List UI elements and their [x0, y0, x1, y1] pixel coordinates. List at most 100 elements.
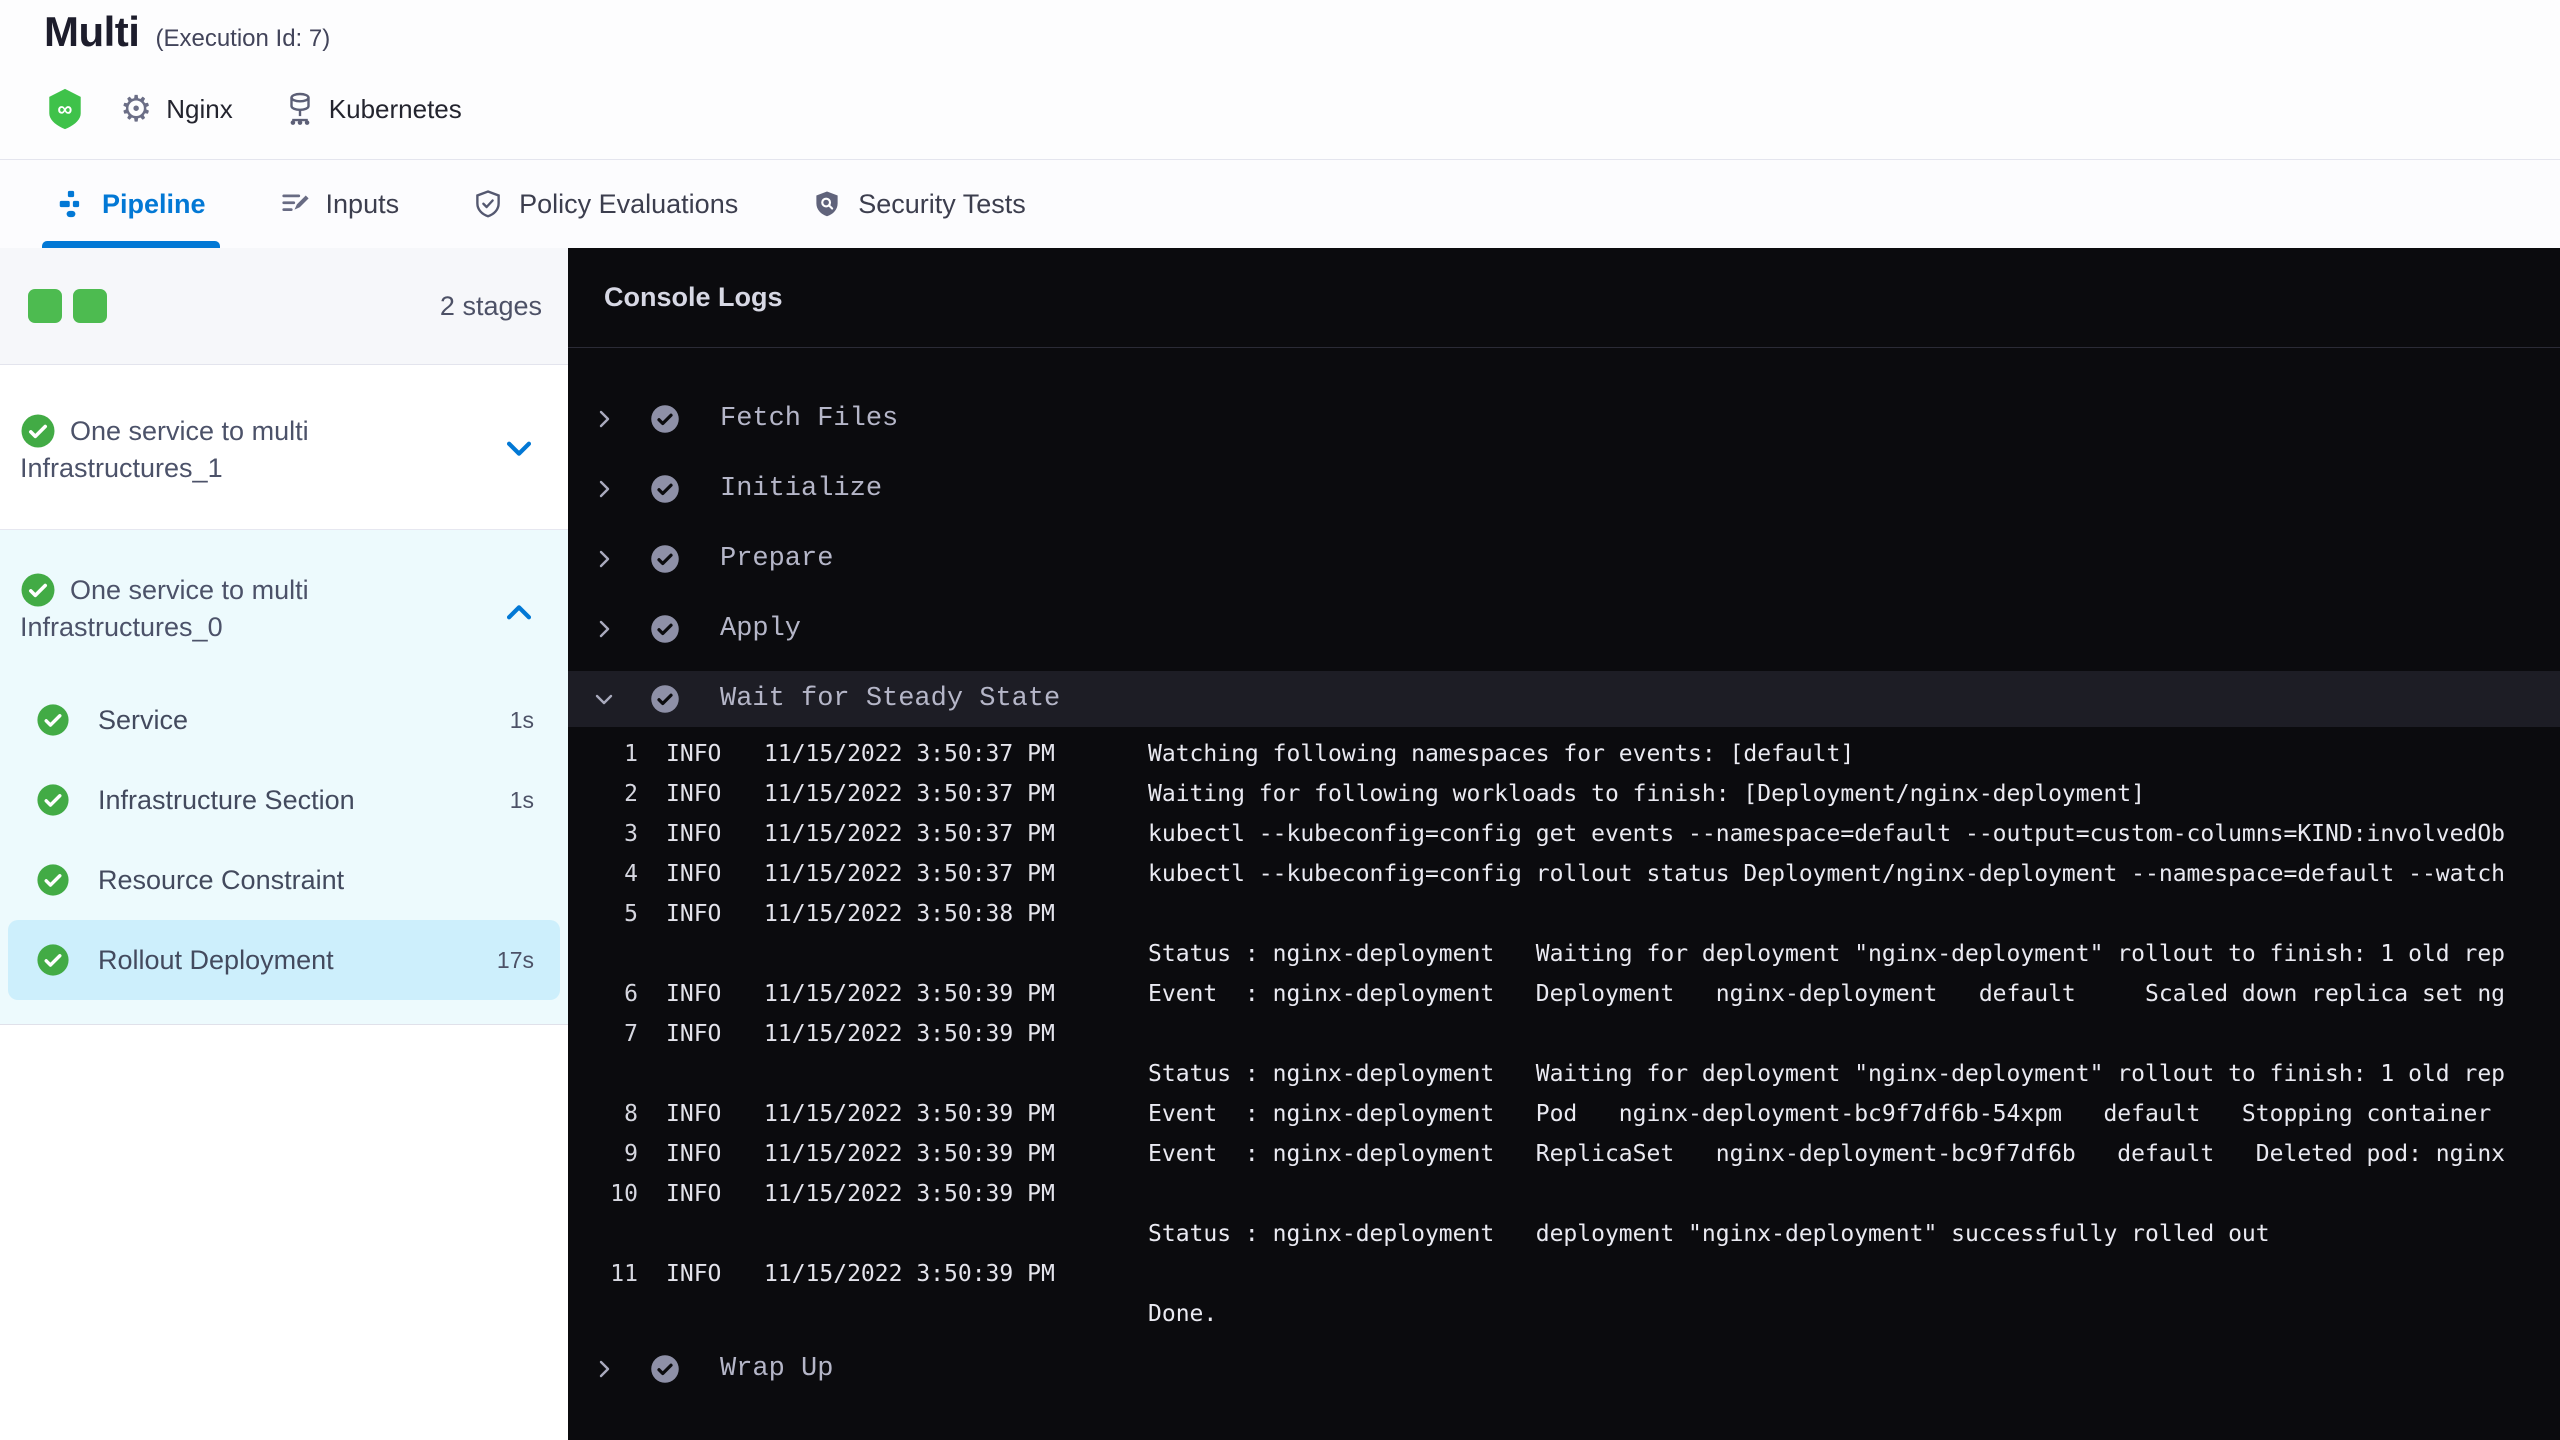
console-logs-title: Console Logs [604, 282, 783, 312]
stage-item-infrastructures-0[interactable]: One service to multi Infrastructures_0 [0, 530, 568, 680]
stage-name: One service to multi Infrastructures_1 [20, 413, 495, 487]
stage-step-list: Service 1s Infrastructure Section 1s Resourc… [0, 680, 568, 1000]
success-check-icon [36, 863, 70, 897]
log-message: Status : nginx-deployment Waiting for de… [1148, 1061, 2506, 1087]
console-step-prepare[interactable]: Prepare [568, 524, 2560, 594]
log-message: kubectl --kubeconfig=config rollout stat… [1148, 861, 2506, 887]
log-line-number: 4 [624, 861, 638, 887]
log-timestamp: 11/15/2022 3:50:39 PM [764, 1261, 1055, 1287]
log-line: 6 INFO 11/15/2022 3:50:39 PM Event : nginx-… [568, 974, 2560, 1014]
log-timestamp: 11/15/2022 3:50:37 PM [764, 861, 1055, 887]
log-line-number: 6 [624, 981, 638, 1007]
step-success-icon [650, 544, 680, 574]
log-line-number: 2 [624, 781, 638, 807]
console-step-label: Apply [720, 614, 802, 644]
stage-step-duration: 17s [496, 946, 534, 973]
step-success-icon [650, 404, 680, 434]
console-step-label: Wait for Steady State [720, 684, 1061, 714]
log-line: 1 INFO 11/15/2022 3:50:37 PM Watching follo… [568, 734, 2560, 774]
tab-policy-evaluations[interactable]: Policy Evaluations [473, 160, 738, 248]
svg-text:∞: ∞ [57, 98, 72, 121]
console-step-label: Fetch Files [720, 404, 899, 434]
console-step-label: Initialize [720, 474, 883, 504]
log-message: Event : nginx-deployment Deployment ngin… [1148, 981, 2506, 1007]
chevron-down-icon [592, 687, 616, 711]
chevron-right-icon [592, 617, 616, 641]
success-check-icon [20, 572, 56, 608]
log-output: 1 INFO 11/15/2022 3:50:37 PM Watching follo… [568, 734, 2560, 1334]
log-message: Waiting for following workloads to finis… [1148, 781, 2145, 807]
stage-step-label: Resource Constraint [98, 864, 345, 895]
service-label: Nginx [166, 93, 233, 124]
log-line: 9 INFO 11/15/2022 3:50:39 PM Event : nginx-… [568, 1134, 2560, 1174]
log-level: INFO [666, 1021, 722, 1047]
log-timestamp: 11/15/2022 3:50:39 PM [764, 981, 1055, 1007]
log-line: Status : nginx-deployment deployment "ng… [568, 1214, 2560, 1254]
console-step-list: Wrap Up [568, 1334, 2560, 1404]
stage-item-infrastructures-1[interactable]: One service to multi Infrastructures_1 [0, 365, 568, 530]
log-message: kubectl --kubeconfig=config get events -… [1148, 821, 2506, 847]
log-level: INFO [666, 821, 722, 847]
log-line: 7 INFO 11/15/2022 3:50:39 PM [568, 1014, 2560, 1054]
shield-magnifier-icon [812, 188, 842, 220]
chevron-right-icon [592, 547, 616, 571]
log-line: 4 INFO 11/15/2022 3:50:37 PM kubectl --kube… [568, 854, 2560, 894]
log-timestamp: 11/15/2022 3:50:39 PM [764, 1021, 1055, 1047]
console-step-wrap-up[interactable]: Wrap Up [568, 1334, 2560, 1404]
log-level: INFO [666, 741, 722, 767]
success-check-icon [36, 783, 70, 817]
tab-label: Inputs [325, 188, 400, 219]
console-step-list: Fetch Files Initialize Prepare Apply [568, 384, 2560, 664]
stage-step-duration: 1s [509, 786, 534, 813]
console-step-label: Wrap Up [720, 1354, 834, 1384]
log-message: Done. [1148, 1301, 1218, 1327]
log-line-number: 8 [624, 1101, 638, 1127]
log-timestamp: 11/15/2022 3:50:37 PM [764, 781, 1055, 807]
log-message: Event : nginx-deployment ReplicaSet ngin… [1148, 1141, 2506, 1167]
chevron-right-icon [592, 1357, 616, 1381]
console-step-initialize[interactable]: Initialize [568, 454, 2560, 524]
log-line: Status : nginx-deployment Waiting for de… [568, 934, 2560, 974]
console-step-wait-for-steady-state[interactable]: Wait for Steady State [568, 671, 2560, 727]
stages-summary: 2 stages [0, 248, 568, 365]
log-line: Status : nginx-deployment Waiting for de… [568, 1054, 2560, 1094]
step-success-icon [650, 474, 680, 504]
tab-label: Pipeline [102, 188, 206, 219]
stage-step-service[interactable]: Service 1s [8, 680, 560, 760]
log-message: Status : nginx-deployment deployment "ng… [1148, 1221, 2270, 1247]
log-level: INFO [666, 781, 722, 807]
chevron-up-icon[interactable] [502, 596, 536, 630]
stage-count: 2 stages [439, 290, 542, 321]
stage-step-rollout-deployment[interactable]: Rollout Deployment 17s [8, 920, 560, 1000]
chevron-down-icon[interactable] [502, 431, 536, 465]
log-line: 11 INFO 11/15/2022 3:50:39 PM [568, 1254, 2560, 1294]
log-line-number: 9 [624, 1141, 638, 1167]
log-level: INFO [666, 901, 722, 927]
log-level: INFO [666, 861, 722, 887]
pipeline-icon [56, 189, 86, 219]
log-line-number: 3 [624, 821, 638, 847]
tab-security-tests[interactable]: Security Tests [812, 160, 1026, 248]
console-logs-body: Fetch Files Initialize Prepare Apply Wait f… [568, 348, 2560, 1404]
success-check-icon [36, 943, 70, 977]
console-logs-panel: Console Logs Fetch Files Initialize Prepar… [568, 248, 2560, 1440]
log-level: INFO [666, 1181, 722, 1207]
console-step-apply[interactable]: Apply [568, 594, 2560, 664]
infra-label: Kubernetes [328, 93, 462, 124]
log-line: 5 INFO 11/15/2022 3:50:38 PM [568, 894, 2560, 934]
console-step-fetch-files[interactable]: Fetch Files [568, 384, 2560, 454]
tab-inputs[interactable]: Inputs [280, 160, 400, 248]
stage-sidebar: 2 stages One service to multi Infrastruc… [0, 248, 568, 1440]
shield-check-icon [473, 188, 503, 220]
log-level: INFO [666, 1141, 722, 1167]
stage-step-duration: 1s [509, 706, 534, 733]
console-logs-header: Console Logs [568, 248, 2560, 348]
stage-step-label: Rollout Deployment [98, 944, 334, 975]
stage-step-infrastructure-section[interactable]: Infrastructure Section 1s [8, 760, 560, 840]
log-line: Done. [568, 1294, 2560, 1334]
log-line: 3 INFO 11/15/2022 3:50:37 PM kubectl --kube… [568, 814, 2560, 854]
gear-icon: ⚙ [120, 88, 153, 129]
tab-pipeline[interactable]: Pipeline [42, 160, 220, 248]
stage-step-resource-constraint[interactable]: Resource Constraint [8, 840, 560, 920]
step-success-icon [650, 1354, 680, 1384]
